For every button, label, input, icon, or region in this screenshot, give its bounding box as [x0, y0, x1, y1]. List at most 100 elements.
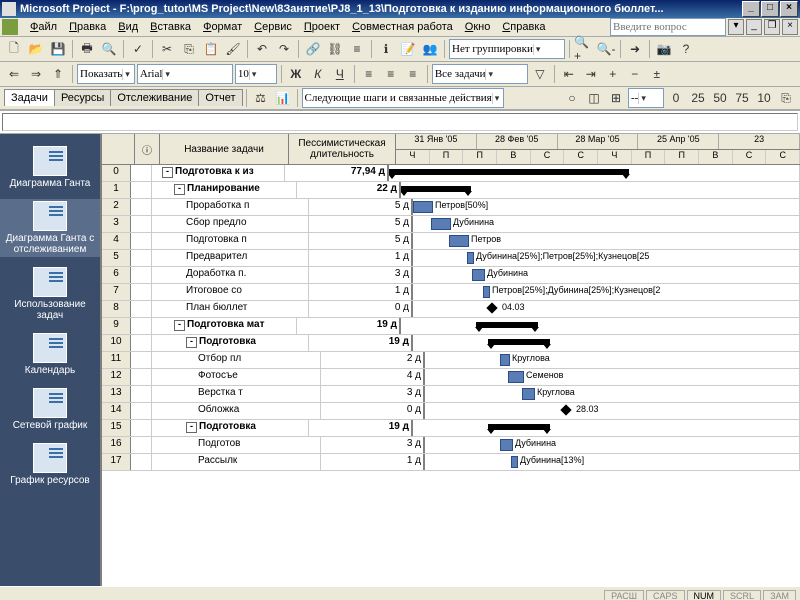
- task-bar[interactable]: [449, 235, 469, 247]
- row-number[interactable]: 4: [102, 233, 131, 249]
- row-number[interactable]: 10: [102, 335, 131, 351]
- row-number[interactable]: 8: [102, 301, 131, 317]
- summary-bar[interactable]: [476, 322, 538, 328]
- open-icon[interactable]: 📂: [26, 39, 46, 59]
- zoom-out-icon[interactable]: 🔍-: [596, 39, 616, 59]
- table-row[interactable]: 1-Планирование22 д: [102, 182, 800, 199]
- table-row[interactable]: 5Предварител1 дДубинина[25%];Петров[25%]…: [102, 250, 800, 267]
- task-name-cell[interactable]: -Подготовка мат: [152, 318, 297, 334]
- duration-cell[interactable]: 19 д: [309, 420, 413, 436]
- t-icon-1[interactable]: ○: [562, 88, 582, 108]
- menu-Формат[interactable]: Формат: [197, 19, 248, 35]
- task-bar[interactable]: [483, 286, 490, 298]
- info-cell[interactable]: [131, 437, 152, 453]
- task-bar[interactable]: [472, 269, 485, 281]
- task-bar[interactable]: [500, 354, 510, 366]
- duration-cell[interactable]: 1 д: [321, 454, 425, 470]
- task-name-cell[interactable]: Рассылк: [152, 454, 321, 470]
- duration-cell[interactable]: 5 д: [309, 233, 413, 249]
- info-cell[interactable]: [131, 250, 152, 266]
- help-dropdown-icon[interactable]: ▾: [728, 19, 744, 35]
- link-icon[interactable]: 🔗: [303, 39, 323, 59]
- unlink-icon[interactable]: ⛓: [325, 39, 345, 59]
- doc-close-button[interactable]: ×: [782, 19, 798, 35]
- task-bar[interactable]: [500, 439, 513, 451]
- menu-Справка[interactable]: Справка: [496, 19, 551, 35]
- table-row[interactable]: 10 -Подготовка19 д: [102, 335, 800, 352]
- table-row[interactable]: 9-Подготовка мат19 д: [102, 318, 800, 335]
- italic-button[interactable]: К: [308, 64, 328, 84]
- table-row[interactable]: 8План бюллет0 д04.03: [102, 301, 800, 318]
- copy-icon[interactable]: ⎘: [179, 39, 199, 59]
- duration-cell[interactable]: 0 д: [321, 403, 425, 419]
- guide-tab-Отслеживание[interactable]: Отслеживание: [110, 89, 199, 106]
- task-name-cell[interactable]: -Подготовка: [152, 335, 309, 351]
- summary-bar[interactable]: [488, 339, 550, 345]
- show-sub-icon[interactable]: +: [603, 64, 623, 84]
- info-cell[interactable]: [131, 386, 152, 402]
- table-row[interactable]: 0-Подготовка к из77,94 д: [102, 165, 800, 182]
- task-bar[interactable]: [467, 252, 474, 264]
- p0-icon[interactable]: 0: [666, 88, 686, 108]
- format-painter-icon[interactable]: 🖌: [223, 39, 243, 59]
- t-icon-3[interactable]: ⊞: [606, 88, 626, 108]
- guide-tab-Задачи[interactable]: Задачи: [4, 89, 55, 106]
- menu-Совместная работа[interactable]: Совместная работа: [346, 19, 459, 35]
- summary-bar[interactable]: [401, 186, 471, 192]
- info-cell[interactable]: [131, 182, 152, 198]
- table-row[interactable]: 12Фотосъе4 дСеменов: [102, 369, 800, 386]
- align-right-icon[interactable]: ≡: [403, 64, 423, 84]
- t-icon-2[interactable]: ◫: [584, 88, 604, 108]
- info-cell[interactable]: [131, 216, 152, 232]
- gantt-cell[interactable]: Круглова: [425, 352, 800, 368]
- p50-icon[interactable]: 50: [710, 88, 730, 108]
- duration-cell[interactable]: 3 д: [309, 267, 413, 283]
- task-name-cell[interactable]: План бюллет: [152, 301, 309, 317]
- maximize-button[interactable]: □: [761, 1, 779, 17]
- gantt-cell[interactable]: Круглова: [425, 386, 800, 402]
- next-steps-combo[interactable]: Следующие шаги и связанные действия▾: [302, 88, 505, 108]
- info-cell[interactable]: [131, 335, 152, 351]
- gantt-cell[interactable]: [401, 182, 800, 198]
- view-Диаграмма-Ганта[interactable]: Диаграмма Ганта: [8, 144, 93, 191]
- task-name-cell[interactable]: Доработка п.: [152, 267, 309, 283]
- info-icon[interactable]: ℹ: [376, 39, 396, 59]
- cut-icon[interactable]: ✂: [157, 39, 177, 59]
- milestone-icon[interactable]: [560, 404, 571, 415]
- gantt-cell[interactable]: Дубинина[25%];Петров[25%];Кузнецов[25: [413, 250, 800, 266]
- info-cell[interactable]: [131, 284, 152, 300]
- balance-icon[interactable]: ⚖: [251, 88, 271, 108]
- table-row[interactable]: 13Верстка т3 дКруглова: [102, 386, 800, 403]
- redo-icon[interactable]: ↷: [274, 39, 294, 59]
- row-number[interactable]: 11: [102, 352, 131, 368]
- back-icon[interactable]: ⇐: [4, 64, 24, 84]
- duration-cell[interactable]: 5 д: [309, 199, 413, 215]
- task-name-cell[interactable]: Подготовка п: [152, 233, 309, 249]
- gantt-cell[interactable]: [401, 318, 800, 334]
- group-combo[interactable]: Нет группировки▾: [449, 39, 565, 59]
- info-cell[interactable]: [131, 301, 152, 317]
- table-row[interactable]: 7Итоговое со1 дПетров[25%];Дубинина[25%]…: [102, 284, 800, 301]
- p25-icon[interactable]: 25: [688, 88, 708, 108]
- spell-icon[interactable]: ✓: [128, 39, 148, 59]
- hide-sub-icon[interactable]: −: [625, 64, 645, 84]
- table-row[interactable]: 11Отбор пл2 дКруглова: [102, 352, 800, 369]
- name-header[interactable]: Название задачи: [160, 134, 289, 164]
- align-left-icon[interactable]: ≡: [359, 64, 379, 84]
- gantt-cell[interactable]: Дубинина[13%]: [425, 454, 800, 470]
- gantt-cell[interactable]: 28.03: [425, 403, 800, 419]
- row-number[interactable]: 2: [102, 199, 131, 215]
- outline-toggle[interactable]: -: [174, 184, 185, 195]
- info-cell[interactable]: [131, 165, 152, 181]
- duration-cell[interactable]: 2 д: [321, 352, 425, 368]
- gantt-cell[interactable]: Дубинина: [413, 216, 800, 232]
- menu-Сервис[interactable]: Сервис: [248, 19, 298, 35]
- task-bar[interactable]: [508, 371, 524, 383]
- duration-cell[interactable]: 19 д: [309, 335, 413, 351]
- task-name-cell[interactable]: Обложка: [152, 403, 321, 419]
- info-header[interactable]: ⓘ: [135, 134, 160, 164]
- table-row[interactable]: 15-Подготовка19 д: [102, 420, 800, 437]
- duration-cell[interactable]: 3 д: [321, 437, 425, 453]
- rownum-header[interactable]: [102, 134, 135, 164]
- menu-Проект[interactable]: Проект: [298, 19, 346, 35]
